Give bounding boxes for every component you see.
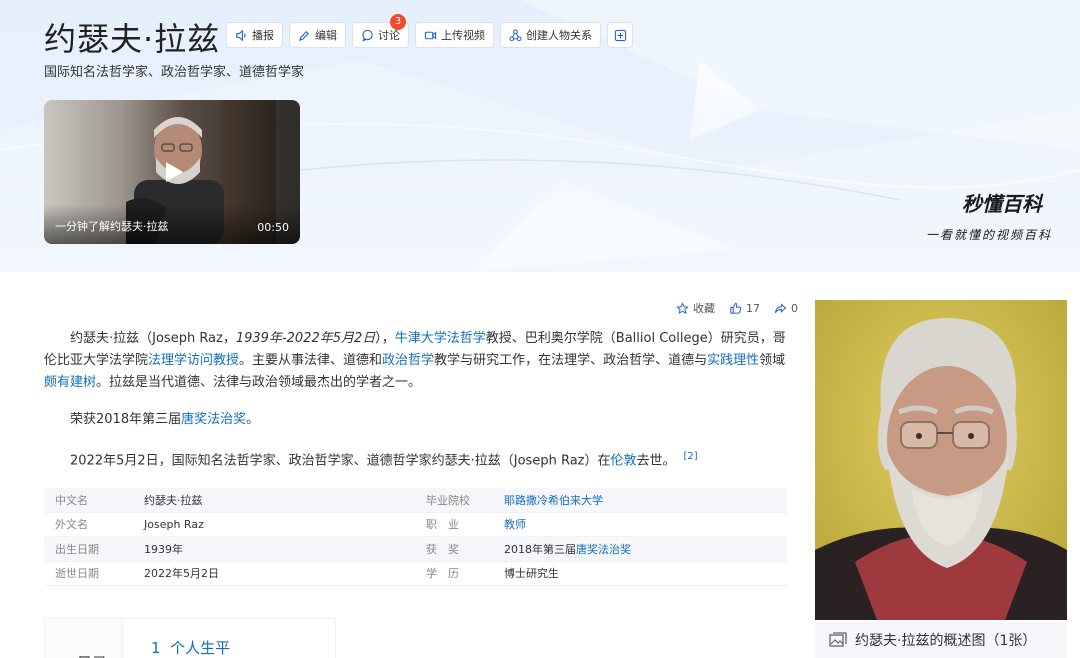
share-button[interactable]: 0: [774, 302, 798, 315]
info-key: 外文名: [55, 518, 88, 532]
info-value: 博士研究生: [504, 567, 559, 581]
thumbs-up-icon: [730, 302, 742, 314]
info-key: 出生日期: [55, 542, 99, 556]
summary-text: 荣获2018年第三届: [70, 412, 182, 427]
reference-link[interactable]: [2]: [684, 451, 698, 462]
edit-label: 编辑: [315, 29, 337, 42]
video-caption: 一分钟了解约瑟夫·拉兹: [55, 220, 169, 233]
summary-text: 2022年5月2日，国际知名法哲学家、政治哲学家、道德哲学家约瑟夫·拉兹（Jos…: [70, 453, 611, 469]
table-row: 出生日期 1939年 获 奖 2018年第三届唐奖法治奖: [44, 537, 787, 562]
upload-video-button[interactable]: 上传视频: [415, 22, 494, 48]
summary-text: 教学与研究工作，在法理学、政治哲学、道德与: [434, 353, 708, 368]
summary-text: 。主要从事法律、道德和: [239, 353, 383, 368]
summary-text: 。: [246, 412, 260, 427]
table-row: 外文名 Joseph Raz 职 业 教师: [44, 513, 787, 537]
relation-network-icon: [509, 28, 522, 41]
toc-item-biography[interactable]: 1 个人生平: [151, 637, 230, 658]
chat-bubble-icon: [362, 29, 373, 42]
portrait-image[interactable]: [815, 300, 1067, 620]
like-button[interactable]: 17: [729, 302, 760, 315]
favorite-label: 收藏: [693, 302, 715, 315]
link-political-philosophy[interactable]: 政治哲学: [382, 353, 434, 368]
header-banner: 约瑟夫·拉兹 播报 编辑 讨论 3 上传视频 创建人物关系 国际知名法哲学家、政…: [0, 0, 1080, 272]
portrait-caption-bar[interactable]: 约瑟夫·拉兹的概述图（1张）: [815, 622, 1067, 658]
brand-logo[interactable]: 秒懂百科: [962, 188, 1042, 217]
star-icon: [676, 301, 689, 314]
video-camera-icon: [424, 31, 437, 39]
discuss-button[interactable]: 讨论 3: [352, 14, 409, 48]
pencil-icon: [298, 30, 310, 41]
page-subtitle: 国际知名法哲学家、政治哲学家、道德哲学家: [44, 65, 305, 80]
summary-text: ），: [375, 331, 395, 346]
summary-paragraph-2: 荣获2018年第三届唐奖法治奖。: [44, 409, 786, 431]
discuss-count-badge: 3: [390, 14, 406, 30]
link-tang-prize[interactable]: 唐奖法治奖: [181, 412, 246, 427]
link-hebrew-university[interactable]: 耶路撒冷希伯来大学: [504, 494, 603, 507]
info-value: 1939年: [144, 542, 183, 556]
plus-square-icon: [614, 29, 626, 41]
toc-item-number: 1: [151, 639, 161, 657]
article-actions: 收藏 17 0: [676, 300, 798, 316]
like-count: 17: [746, 301, 760, 315]
link-london[interactable]: 伦敦: [610, 453, 636, 468]
play-icon[interactable]: [161, 160, 185, 184]
portrait-illustration: [815, 300, 1067, 620]
page-title: 约瑟夫·拉兹: [44, 20, 221, 58]
favorite-button[interactable]: 收藏: [676, 300, 715, 316]
share-count: 0: [791, 301, 798, 315]
link-visiting-professor[interactable]: 法理学访问教授: [148, 353, 239, 368]
table-row: 中文名 约瑟夫·拉兹 毕业院校 耶路撒冷希伯来大学: [44, 488, 787, 513]
info-key: 中文名: [55, 493, 88, 507]
info-key: 毕业院校: [426, 493, 470, 507]
info-key: 逝世日期: [55, 567, 99, 581]
info-key: 职 业: [426, 518, 459, 532]
toc-item-label: 个人生平: [170, 639, 231, 657]
link-tang-prize-rule-of-law[interactable]: 唐奖法治奖: [576, 543, 631, 556]
summary-paragraph-1: 约瑟夫·拉兹（Joseph Raz，1939年-2022年5月2日），牛津大学法…: [44, 328, 786, 394]
info-value: 约瑟夫·拉兹: [144, 493, 203, 507]
create-relation-button[interactable]: 创建人物关系: [500, 22, 601, 48]
brand-slogan: 一看就懂的视频百科: [926, 228, 1053, 242]
play-audio-button[interactable]: 播报: [226, 22, 283, 48]
info-value: 2022年5月2日: [144, 567, 219, 581]
intro-video-card[interactable]: 一分钟了解约瑟夫·拉兹 00:50: [44, 100, 300, 244]
add-button[interactable]: [607, 22, 633, 48]
portrait-caption: 约瑟夫·拉兹的概述图（1张）: [855, 633, 1037, 649]
link-oxford-legal-philosophy[interactable]: 牛津大学法哲学: [395, 331, 486, 346]
edit-button[interactable]: 编辑: [289, 22, 346, 48]
upload-video-label: 上传视频: [441, 29, 485, 42]
info-value: Joseph Raz: [144, 517, 204, 531]
basic-info-table: 中文名 约瑟夫·拉兹 毕业院校 耶路撒冷希伯来大学 外文名 Joseph Raz…: [44, 488, 787, 586]
link-practical-reason[interactable]: 实践理性: [707, 353, 759, 368]
gallery-icon: [829, 632, 847, 647]
share-arrow-icon: [774, 302, 787, 313]
summary-text: 去世。: [636, 453, 676, 469]
table-row: 逝世日期 2022年5月2日 学 历 博士研究生: [44, 562, 787, 586]
lifespan-dates: 1939年-2022年5月2日: [235, 331, 376, 346]
info-key: 学 历: [426, 567, 459, 581]
summary-text: 领域: [759, 353, 786, 368]
header-toolbar: 播报 编辑 讨论 3 上传视频 创建人物关系: [226, 14, 633, 48]
create-relation-label: 创建人物关系: [526, 29, 592, 42]
info-key: 获 奖: [426, 542, 459, 556]
table-of-contents: 目录 1 个人生平: [44, 618, 336, 658]
speaker-icon: [236, 29, 246, 41]
link-teacher[interactable]: 教师: [504, 518, 526, 531]
summary-paragraph-3: 2022年5月2日，国际知名法哲学家、政治哲学家、道德哲学家约瑟夫·拉兹（Jos…: [44, 446, 786, 472]
link-accomplished[interactable]: 颇有建树: [44, 375, 96, 390]
toc-label: 目录: [77, 652, 107, 658]
info-value: 2018年第三届: [504, 542, 576, 556]
play-audio-label: 播报: [252, 29, 274, 42]
summary-text: 约瑟夫·拉兹（Joseph Raz，: [70, 331, 236, 346]
video-duration: 00:50: [257, 221, 289, 234]
summary-text: 。拉兹是当代道德、法律与政治领域最杰出的学者之一。: [96, 375, 422, 390]
